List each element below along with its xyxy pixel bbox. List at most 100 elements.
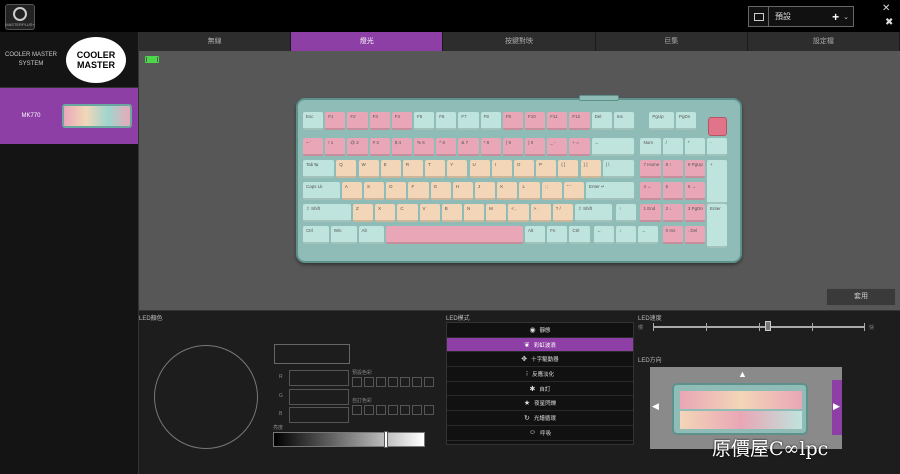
color-swatch[interactable] (364, 405, 374, 415)
key[interactable]: F2 (347, 112, 368, 130)
tab-profiles[interactable]: 設定檔 (748, 32, 900, 51)
tab-key-mapping[interactable]: 按鍵對映 (443, 32, 596, 51)
key[interactable]: W (358, 160, 379, 178)
key[interactable]: Num (640, 138, 661, 156)
add-profile-icon[interactable]: + (832, 10, 839, 24)
key[interactable]: → (638, 226, 659, 244)
color-swatch[interactable] (424, 405, 434, 415)
key[interactable]: PgDn (675, 112, 697, 130)
key[interactable]: ← (591, 138, 634, 156)
key[interactable]: I (491, 160, 512, 178)
key[interactable]: Caps Lk (303, 182, 340, 200)
key[interactable]: + = (569, 138, 590, 156)
key[interactable] (386, 226, 523, 244)
key[interactable]: ⇧ Shift (303, 204, 351, 222)
pin-icon[interactable]: ✖ (885, 17, 893, 28)
volume-knob[interactable] (708, 117, 727, 136)
key[interactable]: ↓ (616, 226, 637, 244)
tab-macro[interactable]: 巨集 (596, 32, 748, 51)
key[interactable]: Del (591, 112, 612, 130)
profile-image-icon[interactable] (749, 7, 769, 26)
key[interactable]: Enter (707, 204, 728, 248)
key[interactable]: ? / (552, 204, 573, 222)
key[interactable]: O (513, 160, 535, 178)
color-swatch[interactable] (412, 377, 422, 387)
key[interactable]: > . (530, 204, 551, 222)
key[interactable]: Ctrl (569, 226, 590, 244)
apply-button[interactable]: 套用 (826, 288, 896, 306)
key[interactable]: * (684, 138, 706, 156)
speed-slider[interactable] (653, 321, 865, 331)
arrow-right-icon[interactable]: ▶ (833, 401, 840, 412)
color-swatch[interactable] (424, 377, 434, 387)
key[interactable]: ( 9 (502, 138, 523, 156)
brightness-slider[interactable] (273, 431, 425, 448)
key[interactable]: E (380, 160, 401, 178)
color-swatch[interactable] (376, 405, 386, 415)
brightness-handle[interactable] (384, 431, 388, 448)
key[interactable]: F3 (369, 112, 390, 130)
key[interactable]: Esc (303, 112, 324, 130)
key[interactable]: N (463, 204, 485, 222)
key[interactable]: 1 End (640, 204, 661, 222)
key[interactable]: B (441, 204, 462, 222)
led-mode-item[interactable]: ❦ 彩虹波浪 (447, 337, 633, 353)
key[interactable]: ^ 6 (436, 138, 457, 156)
key[interactable]: Alt (358, 226, 385, 244)
key[interactable]: K (497, 182, 518, 200)
key[interactable]: % 5 (414, 138, 435, 156)
key[interactable]: * 8 (480, 138, 501, 156)
key[interactable]: M (486, 204, 507, 222)
arrow-up-icon[interactable]: ▲ (738, 369, 747, 379)
key[interactable]: 7 Home (640, 160, 661, 178)
key[interactable]: Alt (525, 226, 546, 244)
key[interactable]: 0 Ins (662, 226, 683, 244)
led-mode-item[interactable]: ◉ 靜態 (447, 323, 633, 338)
key[interactable]: @ 2 (347, 138, 368, 156)
key[interactable]: } ] (580, 160, 601, 178)
key[interactable]: _ - (547, 138, 568, 156)
led-mode-item[interactable]: ↻ 光譜循環 (447, 411, 633, 426)
key[interactable]: 5 (662, 182, 683, 200)
key[interactable]: Ctrl (303, 226, 329, 244)
r-input[interactable] (289, 370, 349, 386)
key[interactable]: F6 (436, 112, 457, 130)
key[interactable]: G (430, 182, 451, 200)
key[interactable]: : ; (541, 182, 562, 200)
key[interactable]: L (519, 182, 540, 200)
key[interactable]: . Del (684, 226, 706, 244)
key[interactable]: F11 (547, 112, 568, 130)
key[interactable]: F10 (525, 112, 546, 130)
tab-wireless[interactable]: 無線 (139, 32, 292, 51)
led-mode-item[interactable]: ✱ 自訂 (447, 382, 633, 397)
key[interactable]: - (707, 138, 728, 156)
color-swatch[interactable] (364, 377, 374, 387)
key[interactable]: J (475, 182, 496, 200)
key[interactable]: ) 0 (525, 138, 546, 156)
key[interactable]: Y (447, 160, 468, 178)
key[interactable]: C (397, 204, 418, 222)
key[interactable]: Enter ↵ (586, 182, 634, 200)
key[interactable]: " ' (563, 182, 585, 200)
key[interactable]: Win (330, 226, 357, 244)
arrow-left-icon[interactable]: ◀ (652, 401, 659, 412)
key[interactable]: & 7 (458, 138, 479, 156)
color-swatch[interactable] (388, 377, 398, 387)
key[interactable]: F5 (414, 112, 435, 130)
chevron-down-icon[interactable]: ⌄ (843, 13, 849, 21)
key[interactable]: X (375, 204, 396, 222)
key[interactable]: F9 (502, 112, 523, 130)
key[interactable]: F8 (480, 112, 501, 130)
key[interactable]: F (408, 182, 429, 200)
key[interactable]: F7 (458, 112, 479, 130)
color-swatch[interactable] (400, 377, 410, 387)
b-input[interactable] (289, 407, 349, 423)
key[interactable]: 6 → (684, 182, 706, 200)
key[interactable]: ← (593, 226, 614, 244)
brand-item[interactable]: COOLER MASTER SYSTEM COOLER MASTER (0, 32, 138, 88)
key[interactable]: P (536, 160, 557, 178)
key[interactable]: Z (352, 204, 374, 222)
key[interactable]: # 3 (369, 138, 390, 156)
color-swatch[interactable] (376, 377, 386, 387)
led-mode-item[interactable]: ✥ 十字驅動器 (447, 352, 633, 368)
